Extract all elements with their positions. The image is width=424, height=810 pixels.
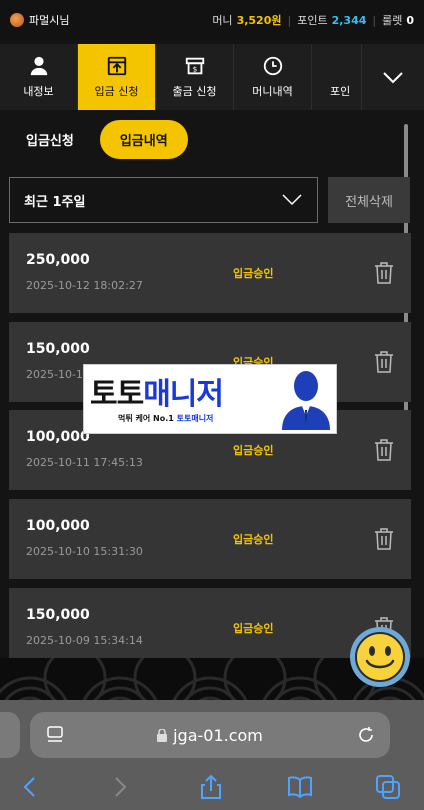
watermark-sub-dark: 먹튀 케어 No.1 xyxy=(118,414,174,423)
deposit-date: 2025-10-1 xyxy=(26,368,83,381)
delete-all-button[interactable]: 전체삭제 xyxy=(328,177,410,223)
watermark-subtitle: 먹튀 케어 No.1 토토매니저 xyxy=(118,413,213,424)
nav-label: 입금 신청 xyxy=(94,85,139,98)
nav-label: 내정보 xyxy=(23,85,54,98)
svg-text:$: $ xyxy=(192,65,197,74)
user-level-icon xyxy=(10,13,24,27)
account-nav: 내정보 입금 신청 $ 출금 신청 머니내역 포인 xyxy=(0,44,424,110)
nav-withdraw-request[interactable]: $ 출금 신청 xyxy=(156,44,234,110)
back-icon[interactable] xyxy=(16,773,44,801)
url-text: jga-01.com xyxy=(173,725,263,745)
money-value: 3,520원 xyxy=(236,14,282,27)
deposit-status: 입금승인 xyxy=(233,444,274,457)
previous-tab-stub[interactable] xyxy=(0,712,20,758)
watermark-title-dark: 토토 xyxy=(90,377,144,412)
deposit-date: 2025-10-10 15:31:30 xyxy=(26,545,143,558)
divider: | xyxy=(287,13,292,27)
deposit-row: 100,000 2025-10-10 15:31:30 입금승인 xyxy=(9,499,411,579)
watermark-title: 토토매니저 xyxy=(90,369,224,413)
clock-icon xyxy=(263,56,282,76)
nav-deposit-request[interactable]: 입금 신청 xyxy=(78,44,156,110)
deposit-date: 2025-10-12 18:02:27 xyxy=(26,279,143,292)
lock-icon xyxy=(157,728,168,742)
nav-points[interactable]: 포인 xyxy=(312,44,362,110)
nav-more-button[interactable] xyxy=(362,44,424,110)
nav-money-history[interactable]: 머니내역 xyxy=(234,44,312,110)
chevron-down-icon xyxy=(282,194,302,206)
trash-icon[interactable] xyxy=(373,527,395,551)
roulette-label: 룰렛 xyxy=(382,14,403,27)
deposit-row: 250,000 2025-10-12 18:02:27 입금승인 xyxy=(9,233,411,313)
reload-icon[interactable] xyxy=(356,725,376,745)
watermark-title-blue: 매니저 xyxy=(143,377,224,412)
deposit-subtabs: 입금신청 입금내역 xyxy=(14,120,188,159)
deposit-status: 입금승인 xyxy=(233,267,274,280)
deposit-amount: 100,000 xyxy=(26,429,90,445)
point-label: 포인트 xyxy=(297,14,328,27)
deposit-amount: 100,000 xyxy=(26,518,90,534)
deposit-status: 입금승인 xyxy=(233,533,274,546)
deposit-status: 입금승인 xyxy=(233,622,274,635)
roulette-value: 0 xyxy=(406,13,414,27)
top-status-bar: 파멀시님 머니 3,520원 | 포인트 2,344 | 룰렛 0 xyxy=(0,0,424,40)
watermark-logo: 토토매니저 먹튀 케어 No.1 토토매니저 xyxy=(83,364,337,434)
period-select-value: 최근 1주일 xyxy=(24,194,86,210)
period-select[interactable]: 최근 1주일 xyxy=(9,177,318,223)
username: 파멀시님 xyxy=(29,14,70,27)
forward-icon[interactable] xyxy=(106,773,134,801)
nav-label: 머니내역 xyxy=(252,85,293,98)
person-icon xyxy=(282,371,330,430)
nav-my-info[interactable]: 내정보 xyxy=(0,44,78,110)
deposit-amount: 150,000 xyxy=(26,607,90,623)
trash-icon[interactable] xyxy=(373,438,395,462)
share-icon[interactable] xyxy=(197,773,225,801)
tabs-icon[interactable] xyxy=(374,773,402,801)
trash-icon[interactable] xyxy=(373,350,395,374)
nav-label: 출금 신청 xyxy=(172,85,217,98)
bookmarks-icon[interactable] xyxy=(286,773,314,801)
divider: | xyxy=(372,13,377,27)
user-info[interactable]: 파멀시님 xyxy=(10,12,69,28)
chevron-down-icon xyxy=(383,72,403,84)
tab-deposit-history[interactable]: 입금내역 xyxy=(99,120,188,159)
url-display: jga-01.com xyxy=(30,726,390,745)
deposit-date: 2025-10-09 15:34:14 xyxy=(26,634,143,647)
deposit-amount: 250,000 xyxy=(26,252,90,268)
withdraw-icon: $ xyxy=(185,57,204,75)
watermark-sub-blue: 토토매니저 xyxy=(176,414,214,423)
deposit-amount: 150,000 xyxy=(26,341,90,357)
tab-deposit-request[interactable]: 입금신청 xyxy=(14,120,86,159)
balance-stats: 머니 3,520원 | 포인트 2,344 | 룰렛 0 xyxy=(212,12,414,28)
browser-chrome: jga-01.com xyxy=(0,700,424,810)
deposit-date: 2025-10-11 17:45:13 xyxy=(26,456,143,469)
point-value: 2,344 xyxy=(331,13,367,27)
trash-icon[interactable] xyxy=(373,261,395,285)
nav-label: 포인 xyxy=(330,85,351,98)
user-icon xyxy=(30,56,47,76)
smiley-chat-button[interactable] xyxy=(349,626,411,688)
address-bar[interactable]: jga-01.com xyxy=(30,712,390,758)
money-label: 머니 xyxy=(212,14,233,27)
deposit-icon xyxy=(107,56,126,76)
